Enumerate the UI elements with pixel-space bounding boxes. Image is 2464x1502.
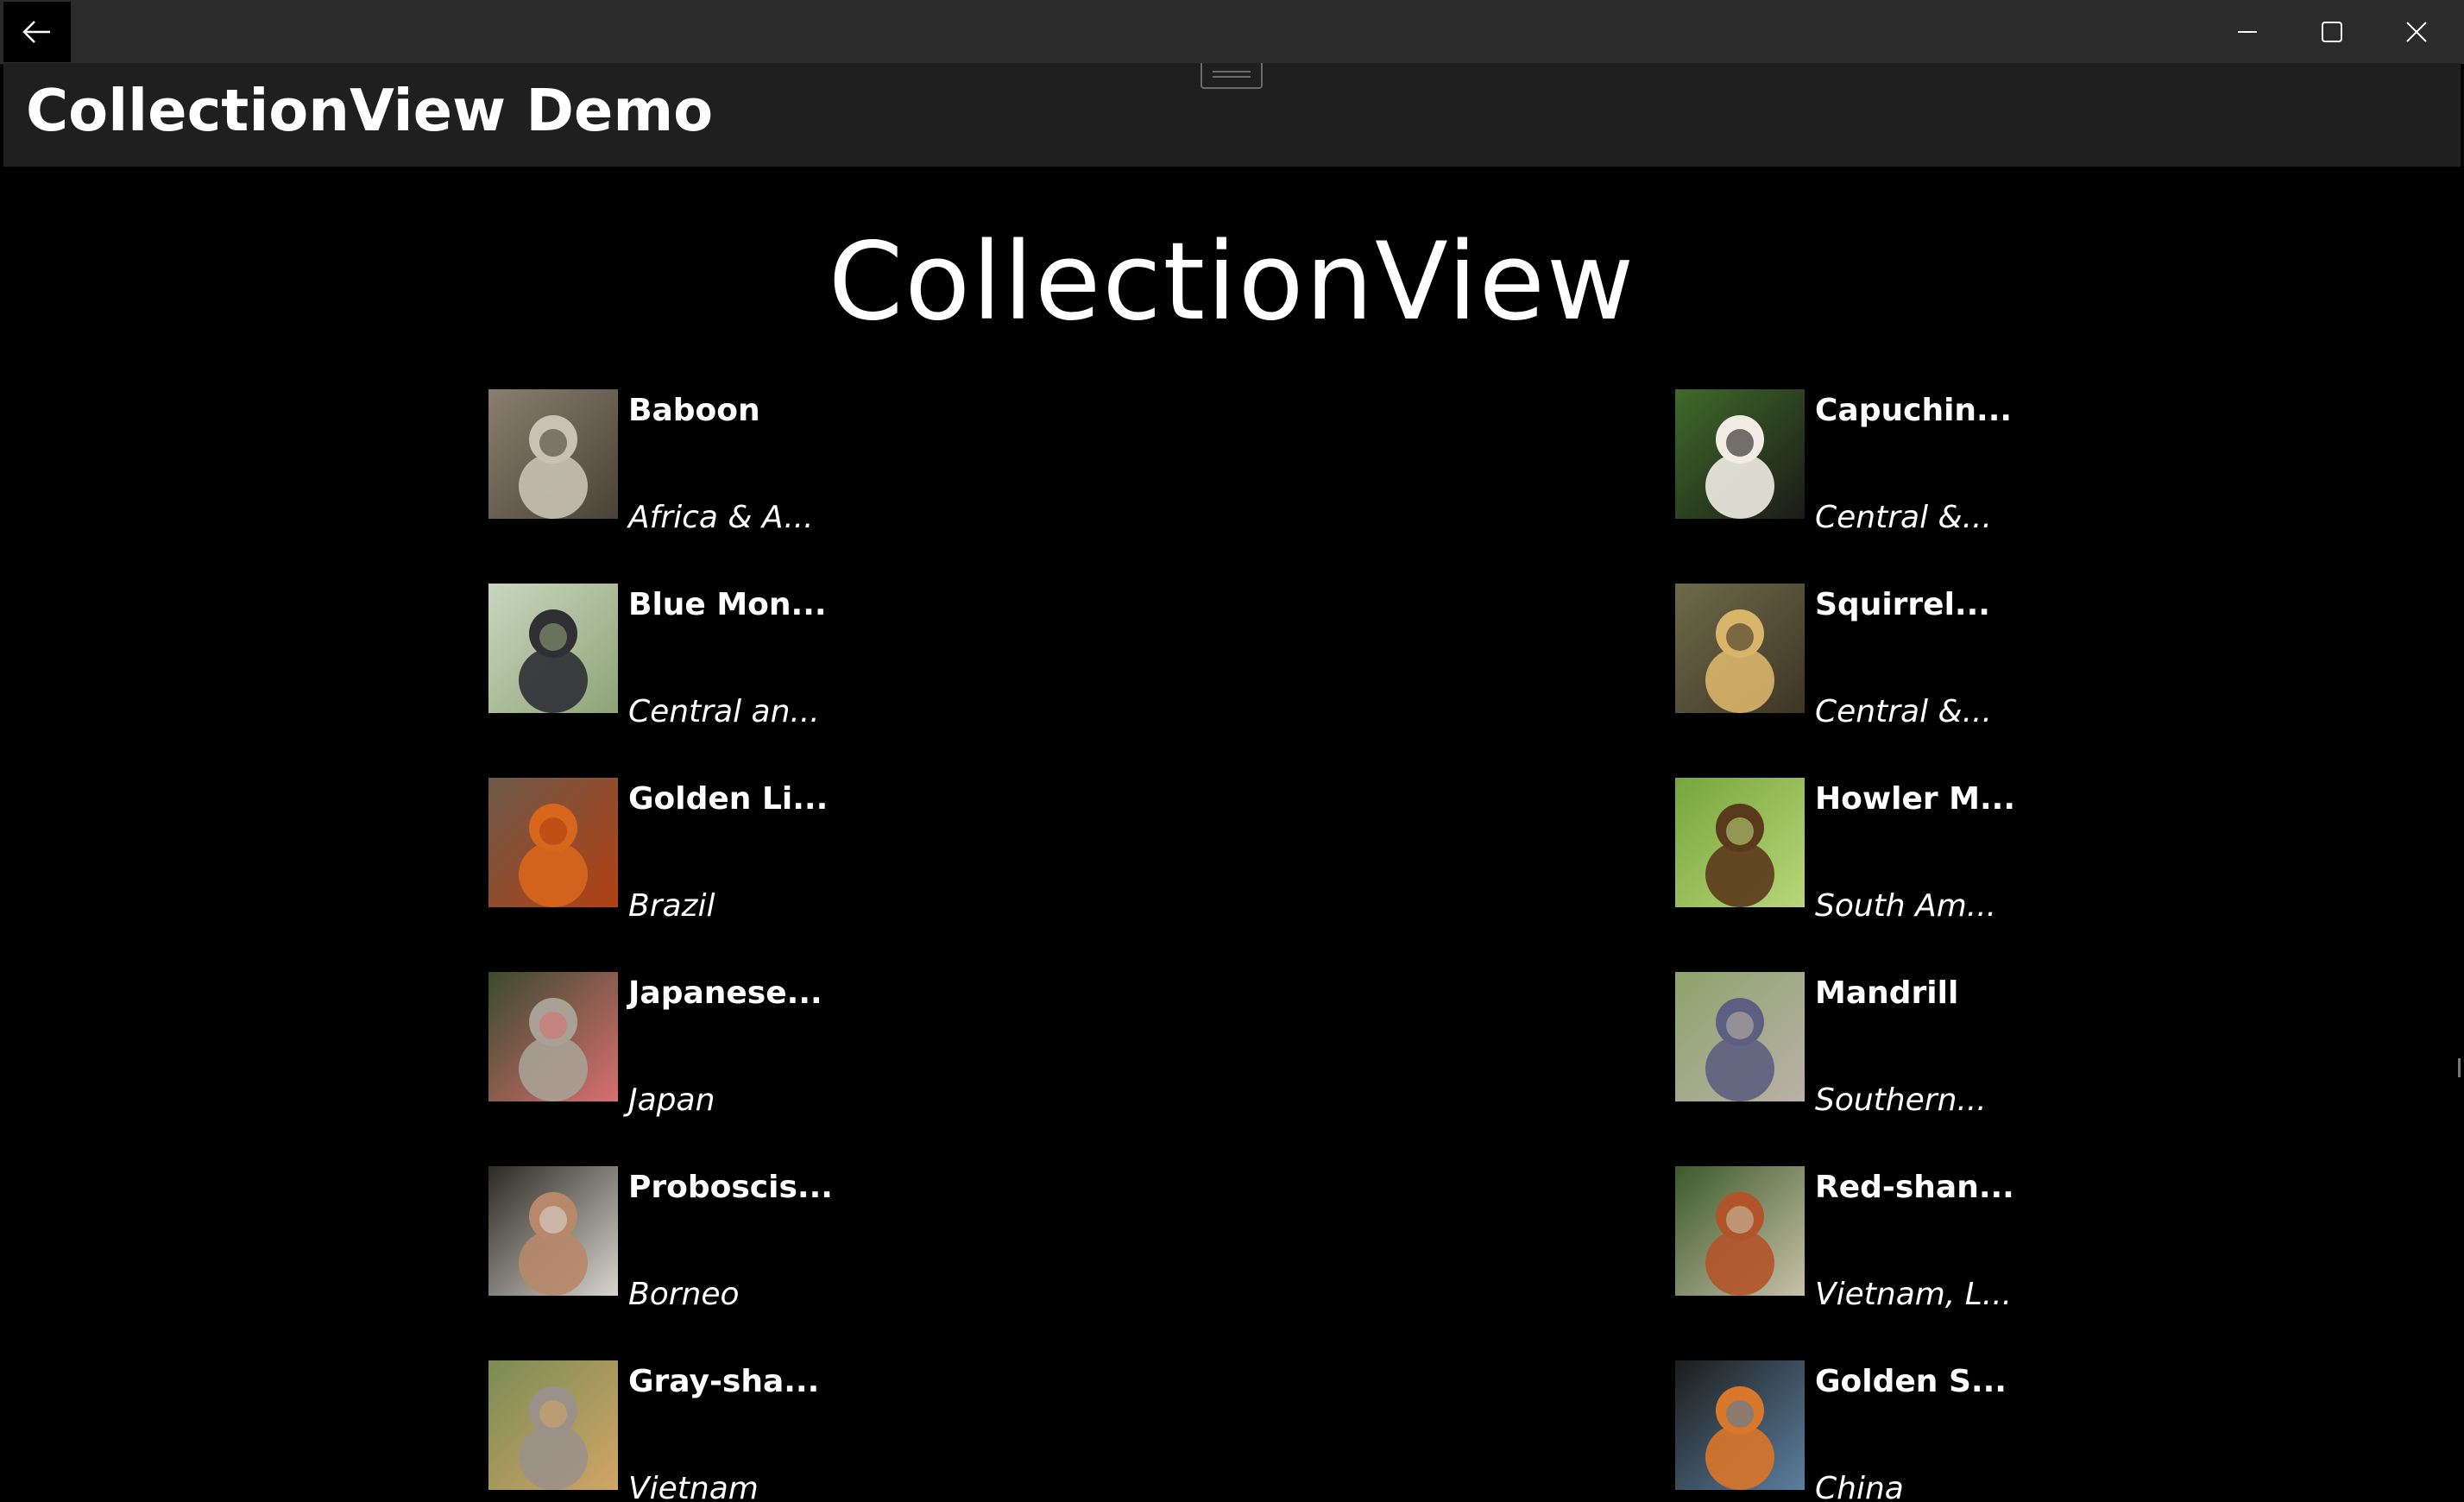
minimize-icon: [2238, 30, 2257, 33]
item-location: China: [1815, 1471, 1904, 1502]
monkey-photo: [1675, 389, 1805, 519]
item-name: Golden Li...: [628, 781, 829, 817]
item-name: Baboon: [628, 393, 760, 428]
list-item[interactable]: Capuchin... Central &...: [1675, 389, 2158, 535]
minimize-button[interactable]: [2205, 0, 2290, 63]
item-location: Japan: [628, 1082, 715, 1118]
monkey-photo: [1675, 1360, 1805, 1490]
page-heading: CollectionView: [828, 220, 1636, 344]
monkey-photo: [488, 1360, 618, 1490]
collection-view[interactable]: CollectionView Baboon Africa & A... Capuch…: [3, 167, 2461, 1502]
monkey-photo: [1675, 1166, 1805, 1296]
app-title: CollectionView Demo: [26, 77, 714, 144]
item-name: Gray-sha...: [628, 1364, 820, 1399]
list-item[interactable]: Squirrel... Central &...: [1675, 584, 2158, 729]
monkey-photo: [1675, 972, 1805, 1101]
monkey-photo: [488, 1166, 618, 1296]
monkey-photo: [488, 778, 618, 907]
scroll-indicator: [2458, 1058, 2461, 1077]
item-name: Mandrill: [1815, 975, 1959, 1011]
list-item[interactable]: Baboon Africa & A...: [488, 389, 972, 535]
list-item[interactable]: Japanese... Japan: [488, 972, 972, 1118]
item-location: Borneo: [628, 1277, 740, 1312]
maximize-icon: [2322, 21, 2342, 42]
list-item[interactable]: Proboscis... Borneo: [488, 1166, 972, 1312]
item-name: Golden S...: [1815, 1364, 2007, 1399]
monkey-photo: [1675, 584, 1805, 713]
list-item[interactable]: Golden S... China: [1675, 1360, 2158, 1502]
item-location: Central &...: [1815, 694, 1992, 729]
item-location: Africa & A...: [628, 500, 814, 535]
title-bar: [0, 0, 2464, 64]
item-location: South Am...: [1815, 888, 1997, 924]
monkey-photo: [1675, 778, 1805, 907]
item-location: Southern...: [1815, 1082, 1987, 1118]
list-item[interactable]: Red-shan... Vietnam, L...: [1675, 1166, 2158, 1312]
list-item[interactable]: Howler M... South Am...: [1675, 778, 2158, 924]
item-name: Squirrel...: [1815, 587, 1990, 622]
back-button[interactable]: [3, 2, 71, 62]
list-item[interactable]: Golden Li... Brazil: [488, 778, 972, 924]
monkey-photo: [488, 389, 618, 519]
item-name: Red-shan...: [1815, 1170, 2014, 1205]
monkey-photo: [488, 972, 618, 1101]
item-location: Central &...: [1815, 500, 1992, 535]
navigation-bar: CollectionView Demo: [3, 63, 2461, 167]
list-item[interactable]: Gray-sha... Vietnam: [488, 1360, 972, 1502]
item-location: Vietnam: [628, 1471, 759, 1502]
item-name: Proboscis...: [628, 1170, 833, 1205]
item-location: Brazil: [628, 888, 715, 924]
item-name: Blue Mon...: [628, 587, 827, 622]
item-location: Vietnam, L...: [1815, 1277, 2013, 1312]
maximize-button[interactable]: [2290, 0, 2374, 63]
item-location: Central an...: [628, 694, 820, 729]
close-button[interactable]: [2374, 0, 2459, 63]
item-name: Capuchin...: [1815, 393, 2013, 428]
list-item[interactable]: Blue Mon... Central an...: [488, 584, 972, 729]
close-icon: [2406, 21, 2427, 42]
item-name: Japanese...: [628, 975, 822, 1011]
monkey-photo: [488, 584, 618, 713]
arrow-left-icon: [22, 21, 50, 43]
item-name: Howler M...: [1815, 781, 2016, 817]
list-item[interactable]: Mandrill Southern...: [1675, 972, 2158, 1118]
drag-handle-icon[interactable]: [1200, 63, 1263, 89]
